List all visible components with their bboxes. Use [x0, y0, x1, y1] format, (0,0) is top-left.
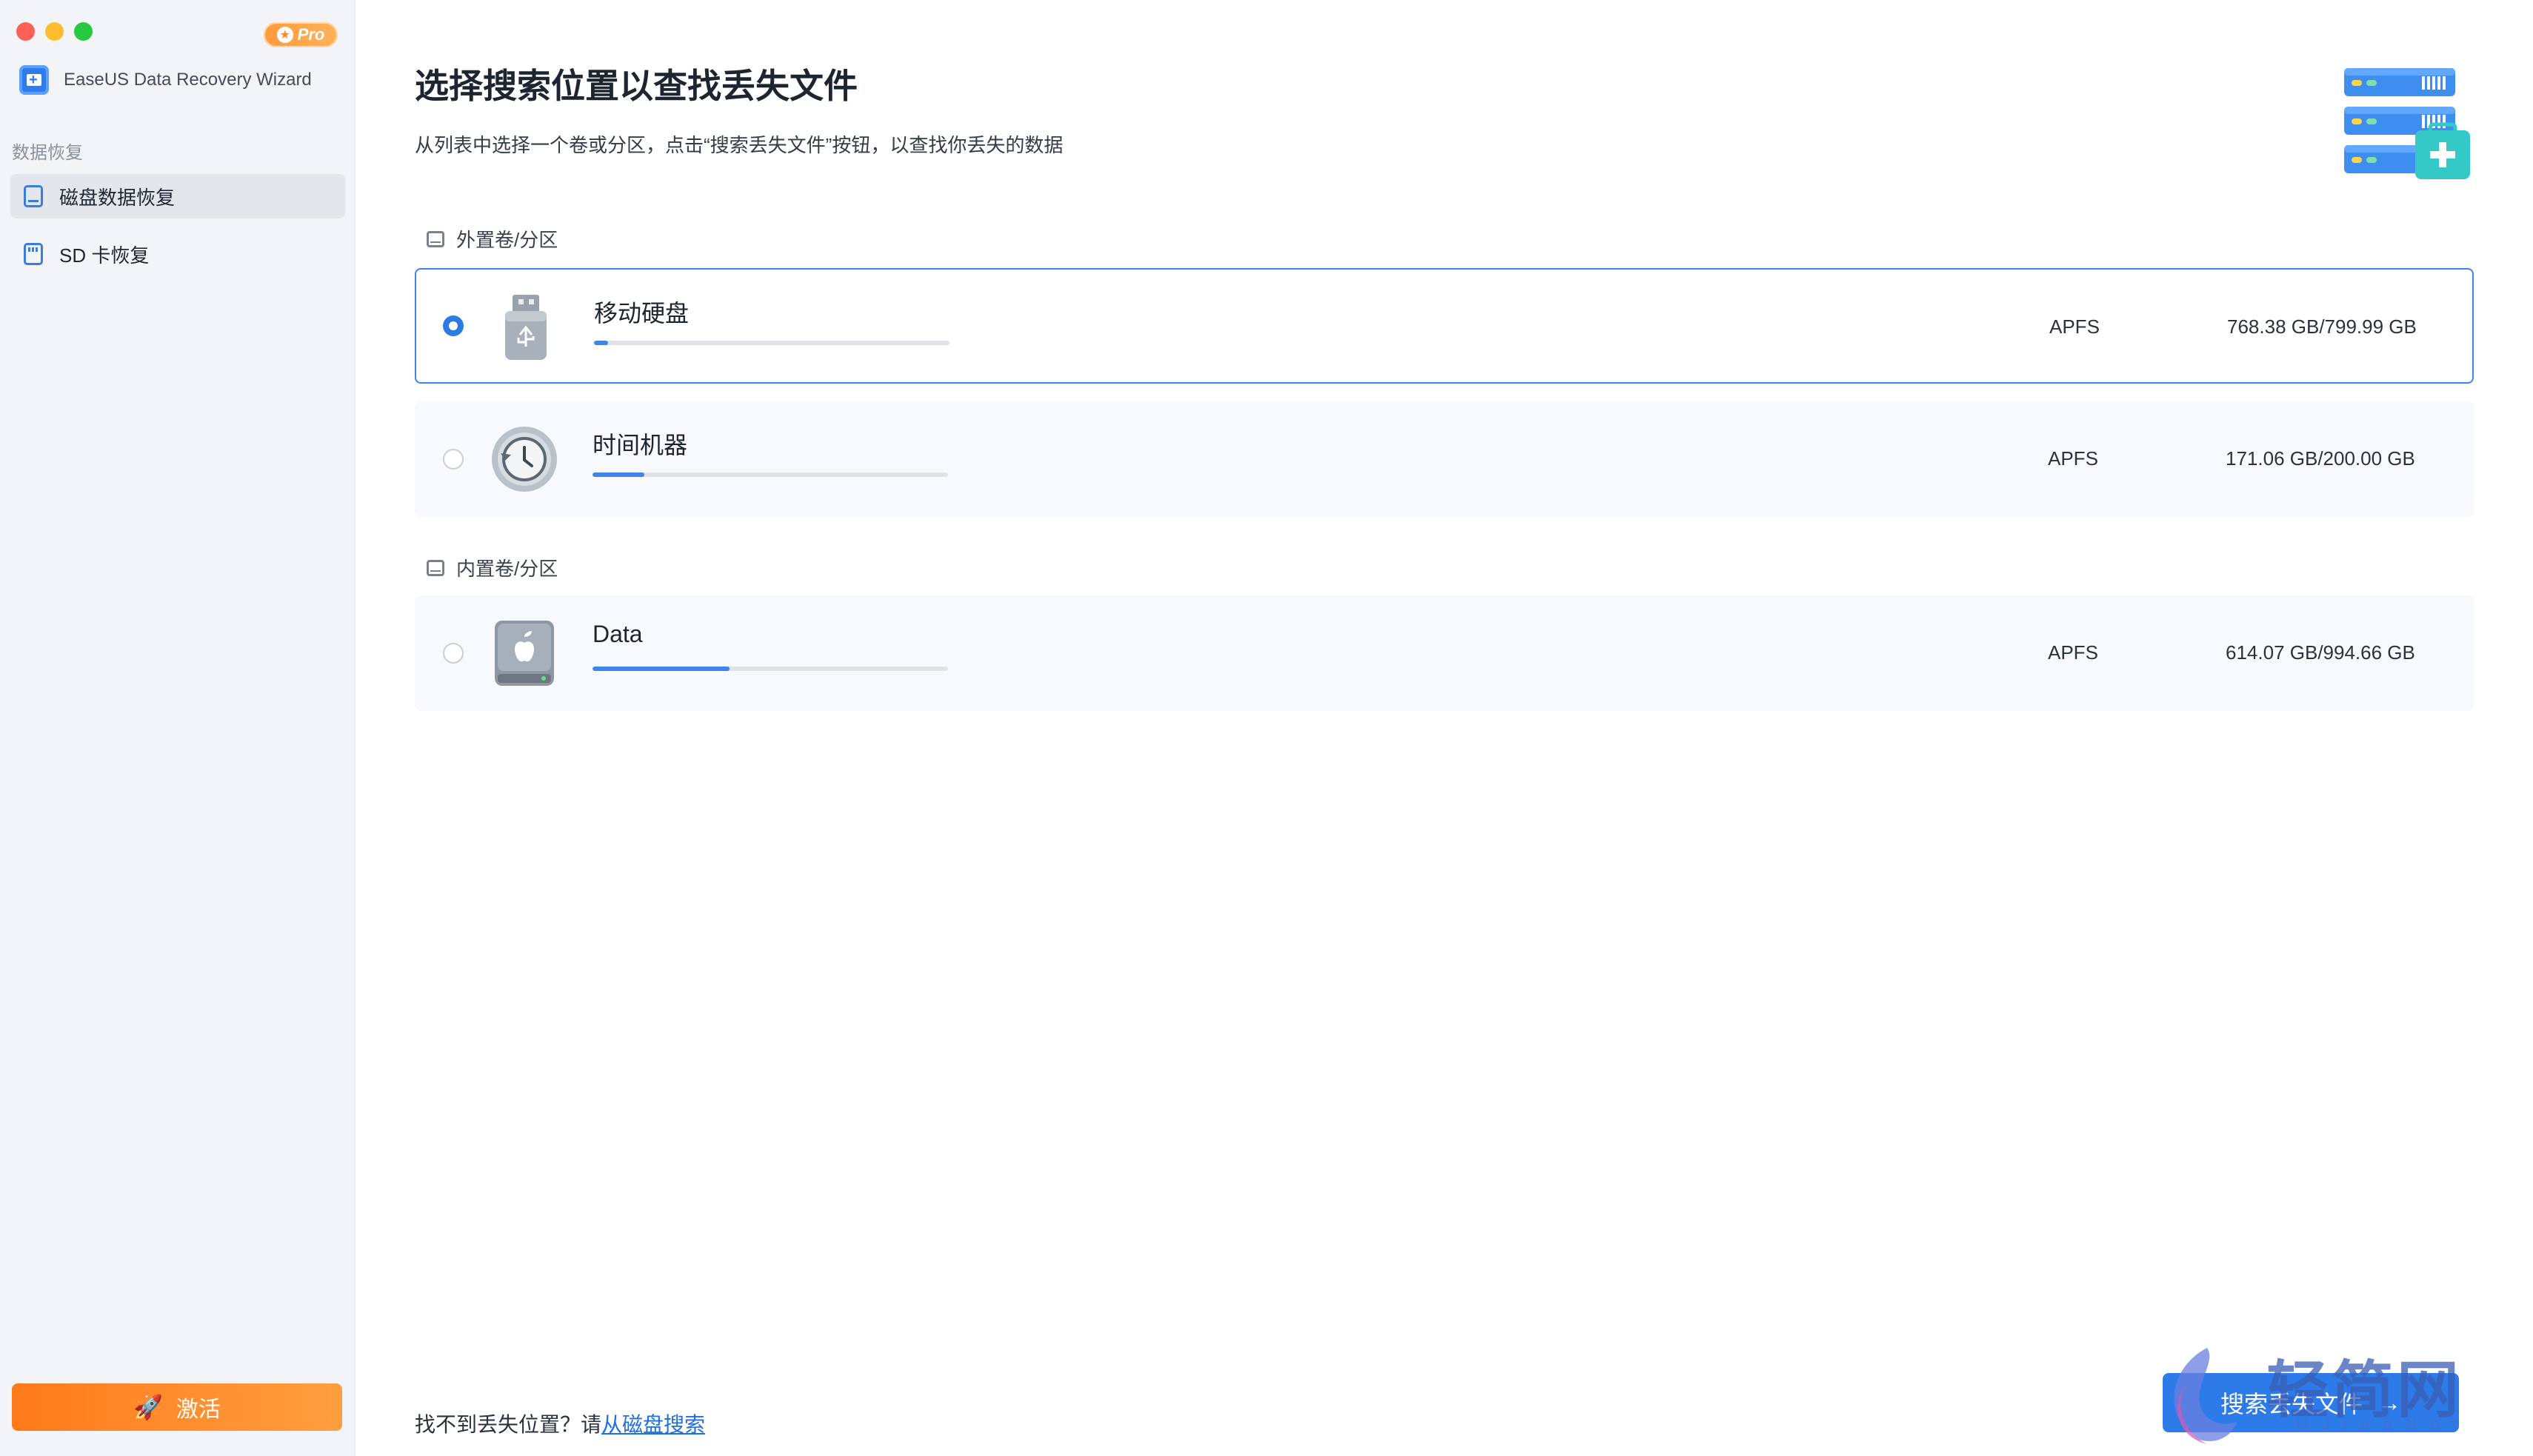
usage-bar-fill — [593, 472, 644, 477]
activate-button[interactable]: 🚀 激活 — [12, 1383, 342, 1431]
internal-volumes-header: 内置卷/分区 — [427, 554, 558, 581]
usage-bar — [593, 667, 948, 671]
usage-bar-fill — [594, 341, 609, 345]
usage-bar — [594, 341, 950, 345]
hard-drive-icon — [427, 230, 444, 247]
sidebar-item-sd-recovery[interactable]: SD 卡恢复 — [10, 232, 345, 276]
drive-row-data[interactable]: Data APFS 614.07 GB/994.66 GB — [415, 595, 2474, 711]
sidebar-item-label: 磁盘数据恢复 — [59, 186, 176, 209]
sidebar-section-label: 数据恢复 — [12, 143, 83, 163]
page-subtitle: 从列表中选择一个卷或分区，点击“搜索丢失文件”按钮，以查找你丢失的数据 — [415, 134, 1064, 156]
file-system-type: APFS — [2048, 447, 2098, 470]
app-brand: EaseUS Data Recovery Wizard — [19, 65, 312, 95]
drive-capacity: 614.07 GB/994.66 GB — [2226, 641, 2415, 664]
sd-card-icon — [24, 243, 43, 265]
watermark-subtitle: QJianNet — [2296, 1415, 2471, 1433]
usage-bar — [593, 472, 948, 477]
page-title: 选择搜索位置以查找丢失文件 — [415, 67, 858, 105]
drive-row-usb[interactable]: 移动硬盘 APFS 768.38 GB/799.99 GB — [415, 268, 2474, 384]
mac-drive-icon — [495, 621, 554, 686]
drive-radio[interactable] — [443, 643, 464, 664]
footer-hint-text: 找不到丢失位置？请 — [415, 1413, 602, 1436]
footer-hint: 找不到丢失位置？请从磁盘搜索 — [415, 1409, 705, 1438]
watermark: 轻简网 QJianNet — [2155, 1340, 2503, 1452]
close-window-button[interactable] — [16, 22, 35, 41]
drive-capacity: 768.38 GB/799.99 GB — [2227, 315, 2417, 338]
external-volumes-header: 外置卷/分区 — [427, 225, 558, 253]
drive-name: 移动硬盘 — [594, 300, 690, 327]
usb-drive-icon — [505, 295, 547, 360]
drive-name: 时间机器 — [593, 432, 688, 458]
drive-radio[interactable] — [443, 449, 464, 470]
group-label: 内置卷/分区 — [456, 558, 558, 580]
sidebar: ★ Pro EaseUS Data Recovery Wizard 数据恢复 磁… — [0, 0, 356, 1456]
drive-capacity: 171.06 GB/200.00 GB — [2226, 447, 2415, 470]
app-logo-icon — [19, 65, 49, 95]
file-system-type: APFS — [2049, 315, 2100, 338]
server-recovery-icon — [2344, 68, 2470, 179]
disk-icon — [24, 185, 43, 207]
drive-row-time-machine[interactable]: 时间机器 APFS 171.06 GB/200.00 GB — [415, 401, 2474, 517]
sidebar-item-disk-recovery[interactable]: 磁盘数据恢复 — [10, 174, 345, 218]
rocket-icon: 🚀 — [133, 1394, 163, 1420]
pro-badge: ★ Pro — [264, 22, 338, 47]
window-controls — [16, 22, 93, 41]
group-label: 外置卷/分区 — [456, 229, 558, 251]
drive-name: Data — [593, 621, 643, 647]
time-machine-icon — [492, 427, 557, 492]
watermark-logo-icon — [2174, 1348, 2237, 1444]
drive-radio[interactable] — [443, 315, 464, 336]
minimize-window-button[interactable] — [45, 22, 64, 41]
sidebar-item-label: SD 卡恢复 — [59, 244, 150, 267]
usage-bar-fill — [593, 667, 730, 671]
app-name: EaseUS Data Recovery Wizard — [64, 70, 312, 90]
file-system-type: APFS — [2048, 641, 2098, 664]
zoom-window-button[interactable] — [74, 22, 93, 41]
hard-drive-icon — [427, 559, 444, 576]
search-from-disk-link[interactable]: 从磁盘搜索 — [601, 1413, 705, 1436]
star-icon: ★ — [276, 27, 293, 43]
pro-badge-label: Pro — [297, 25, 325, 44]
main-content: 选择搜索位置以查找丢失文件 从列表中选择一个卷或分区，点击“搜索丢失文件”按钮，… — [356, 0, 2533, 1456]
activate-button-label: 激活 — [176, 1397, 221, 1422]
